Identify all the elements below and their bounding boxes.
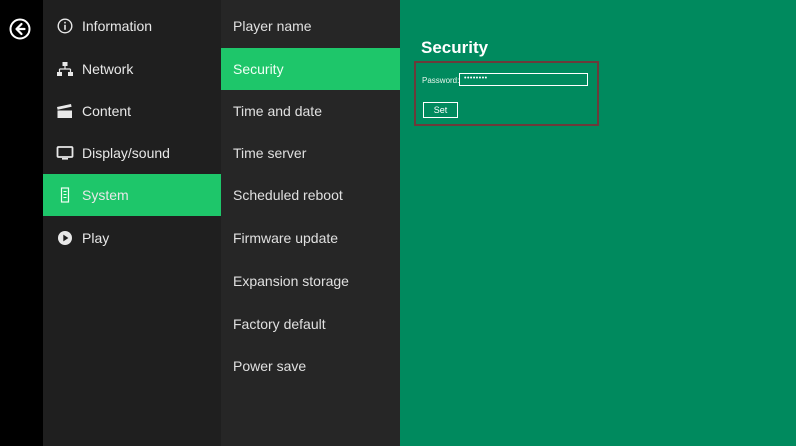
- menu-item-network[interactable]: Network: [43, 48, 221, 90]
- submenu-item-factory-default[interactable]: Factory default: [221, 303, 400, 345]
- password-label: Password:: [422, 76, 460, 85]
- clapperboard-icon: [56, 102, 74, 120]
- menu-item-play[interactable]: Play: [43, 217, 221, 259]
- system-icon: [56, 186, 74, 204]
- submenu-item-label: Factory default: [233, 316, 326, 332]
- menu-item-label: Network: [82, 61, 134, 77]
- panel-title: Security: [421, 38, 489, 57]
- network-icon: [56, 60, 74, 78]
- submenu-item-expansion-storage[interactable]: Expansion storage: [221, 260, 400, 302]
- submenu-item-label: Player name: [233, 18, 312, 34]
- submenu-item-label: Scheduled reboot: [233, 187, 343, 203]
- info-icon: [56, 17, 74, 35]
- security-panel: Security Password: •••••••• Set: [400, 0, 796, 446]
- arrow-left-circle-icon: [9, 18, 31, 40]
- submenu-item-security[interactable]: Security: [221, 48, 400, 90]
- submenu-item-label: Expansion storage: [233, 273, 349, 289]
- menu-item-label: Content: [82, 103, 132, 119]
- submenu-item-label: Security: [233, 61, 284, 77]
- menu-item-label: Display/sound: [82, 145, 170, 161]
- back-button[interactable]: [9, 18, 31, 40]
- password-input[interactable]: ••••••••: [459, 73, 588, 86]
- submenu-item-player-name[interactable]: Player name: [221, 5, 400, 47]
- menu-item-information[interactable]: Information: [43, 5, 221, 47]
- submenu-item-time-server[interactable]: Time server: [221, 132, 400, 174]
- main-menu: Information Network Content Display/soun…: [43, 0, 221, 446]
- menu-item-display-sound[interactable]: Display/sound: [43, 132, 221, 174]
- app-window: Information Network Content Display/soun…: [0, 0, 796, 446]
- submenu-item-label: Firmware update: [233, 230, 339, 246]
- left-rail: [0, 0, 43, 446]
- submenu-item-firmware-update[interactable]: Firmware update: [221, 217, 400, 259]
- menu-item-system[interactable]: System: [43, 174, 221, 216]
- password-form: Password: •••••••• Set: [414, 61, 599, 126]
- set-button[interactable]: Set: [423, 102, 458, 118]
- menu-item-content[interactable]: Content: [43, 90, 221, 132]
- submenu-item-power-save[interactable]: Power save: [221, 345, 400, 387]
- submenu-item-label: Time server: [233, 145, 307, 161]
- menu-item-label: System: [82, 187, 129, 203]
- system-submenu: Player name Security Time and date Time …: [221, 0, 400, 446]
- submenu-item-time-and-date[interactable]: Time and date: [221, 90, 400, 132]
- submenu-item-label: Power save: [233, 358, 307, 374]
- menu-item-label: Information: [82, 18, 153, 34]
- submenu-item-label: Time and date: [233, 103, 322, 119]
- menu-item-label: Play: [82, 230, 110, 246]
- submenu-item-scheduled-reboot[interactable]: Scheduled reboot: [221, 174, 400, 216]
- play-icon: [56, 229, 74, 247]
- monitor-icon: [56, 144, 74, 162]
